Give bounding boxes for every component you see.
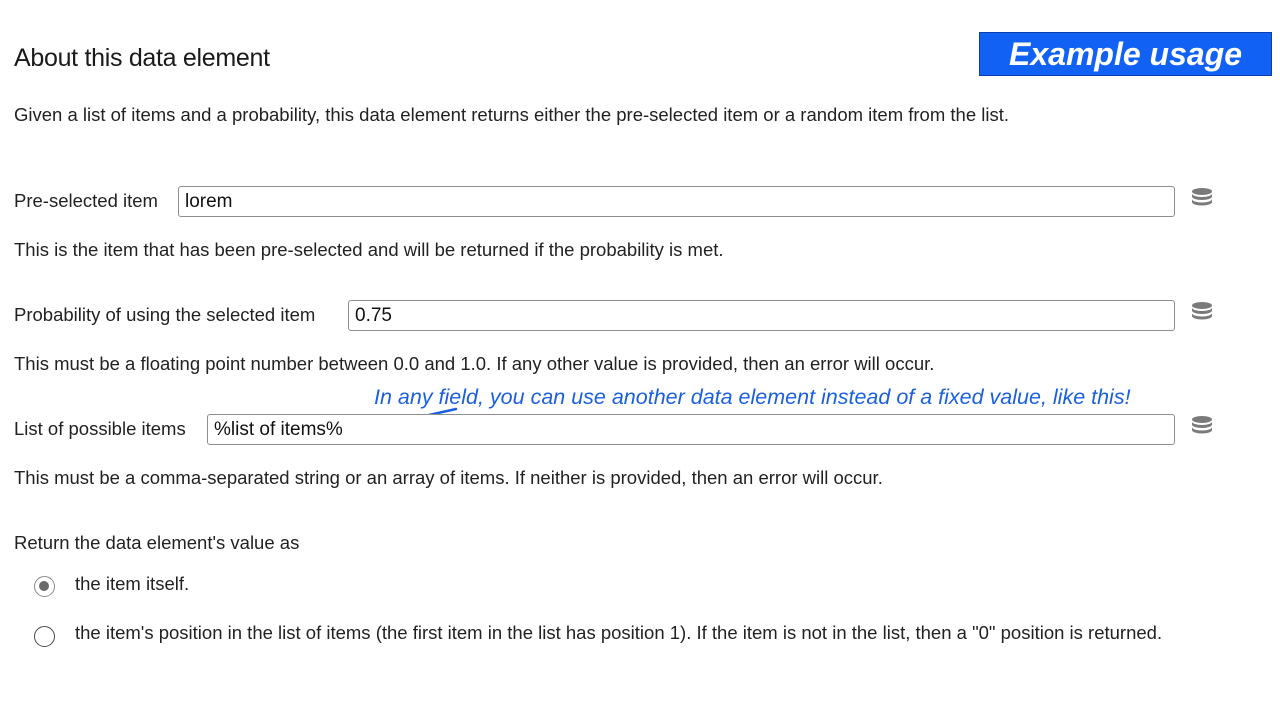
- page-title: About this data element: [14, 44, 270, 72]
- intro-description: Given a list of items and a probability,…: [14, 104, 1009, 125]
- example-usage-badge: Example usage: [979, 32, 1272, 76]
- probability-help: This must be a floating point number bet…: [14, 353, 935, 374]
- pre-selected-item-label: Pre-selected item: [14, 190, 158, 211]
- pre-selected-item-help: This is the item that has been pre-selec…: [14, 239, 724, 260]
- radio-item-position-label: the item's position in the list of items…: [75, 622, 1163, 643]
- list-of-items-help: This must be a comma-separated string or…: [14, 467, 883, 488]
- list-of-items-input[interactable]: [207, 414, 1175, 445]
- radio-item-itself[interactable]: [34, 576, 55, 597]
- radio-item-position[interactable]: [34, 626, 55, 647]
- return-as-label: Return the data element's value as: [14, 532, 300, 553]
- database-icon[interactable]: [1191, 415, 1213, 437]
- list-of-items-label: List of possible items: [14, 418, 186, 439]
- annotation-text: In any field, you can use another data e…: [374, 385, 1131, 409]
- pre-selected-item-input[interactable]: [178, 186, 1175, 217]
- database-icon[interactable]: [1191, 187, 1213, 209]
- database-icon[interactable]: [1191, 301, 1213, 323]
- probability-label: Probability of using the selected item: [14, 304, 316, 325]
- probability-input[interactable]: [348, 300, 1175, 331]
- radio-item-itself-label: the item itself.: [75, 573, 190, 594]
